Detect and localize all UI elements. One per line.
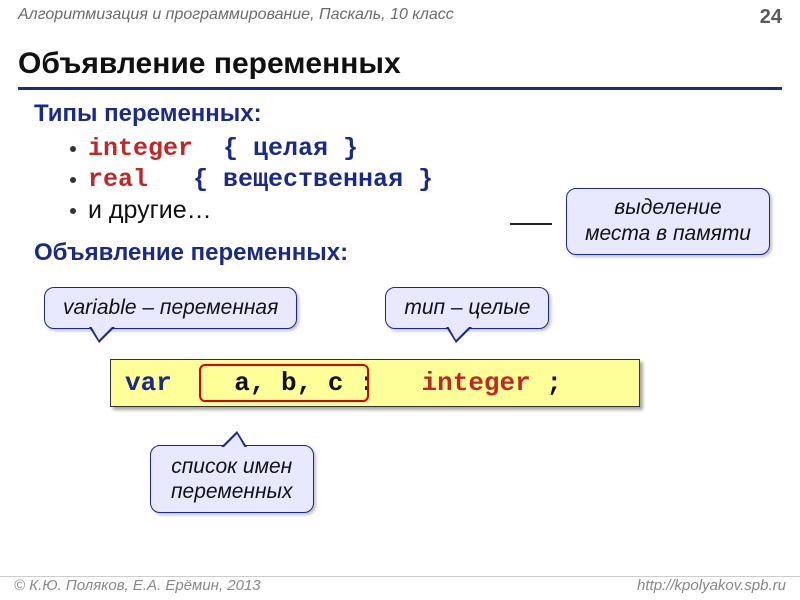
callout-tail-icon — [221, 431, 247, 447]
callout-text: variable – переменная — [63, 296, 278, 319]
callout-variable: variable – переменная — [44, 287, 297, 329]
footer-authors: © К.Ю. Поляков, Е.А. Ерёмин, 2013 — [14, 577, 261, 594]
slide-footer: © К.Ю. Поляков, Е.А. Ерёмин, 2013 http:/… — [0, 576, 800, 594]
callout-text: тип – целые — [404, 296, 530, 319]
types-label: Типы переменных: — [34, 100, 800, 128]
footer-url: http://kpolyakov.spb.ru — [637, 577, 786, 594]
bullet-icon — [70, 208, 76, 214]
bullet-integer: integer { целая } — [70, 134, 800, 163]
type-comment: { целая } — [223, 134, 358, 163]
code-declaration: var a, b, c : integer ; — [110, 359, 640, 407]
bullet-icon — [70, 146, 76, 152]
slide-header: Алгоритмизация и программирование, Паска… — [0, 0, 800, 31]
callout-type: тип – целые — [385, 287, 549, 329]
code-type-kw: integer — [422, 368, 531, 398]
highlight-box — [199, 364, 369, 402]
callout-memory: выделение места в памяти — [566, 188, 770, 255]
connector-line — [510, 223, 552, 225]
callout-tail-icon — [446, 327, 472, 343]
slide-title: Объявление переменных — [18, 39, 782, 90]
callout-text: список имен переменных — [171, 455, 293, 503]
etc-text: и другие… — [88, 196, 212, 225]
callout-varlist: список имен переменных — [150, 445, 314, 513]
code-var-kw: var — [125, 368, 172, 398]
course-title: Алгоритмизация и программирование, Паска… — [18, 6, 454, 29]
callout-tail-icon — [89, 327, 115, 343]
type-comment: { вещественная } — [193, 165, 433, 194]
type-keyword: integer — [88, 134, 193, 163]
declaration-label: Объявление переменных: — [34, 239, 348, 267]
code-semi: ; — [546, 368, 562, 398]
page-number: 24 — [760, 6, 782, 29]
type-keyword: real — [88, 165, 148, 194]
callout-text: выделение места в памяти — [585, 196, 751, 245]
bullet-icon — [70, 177, 76, 183]
